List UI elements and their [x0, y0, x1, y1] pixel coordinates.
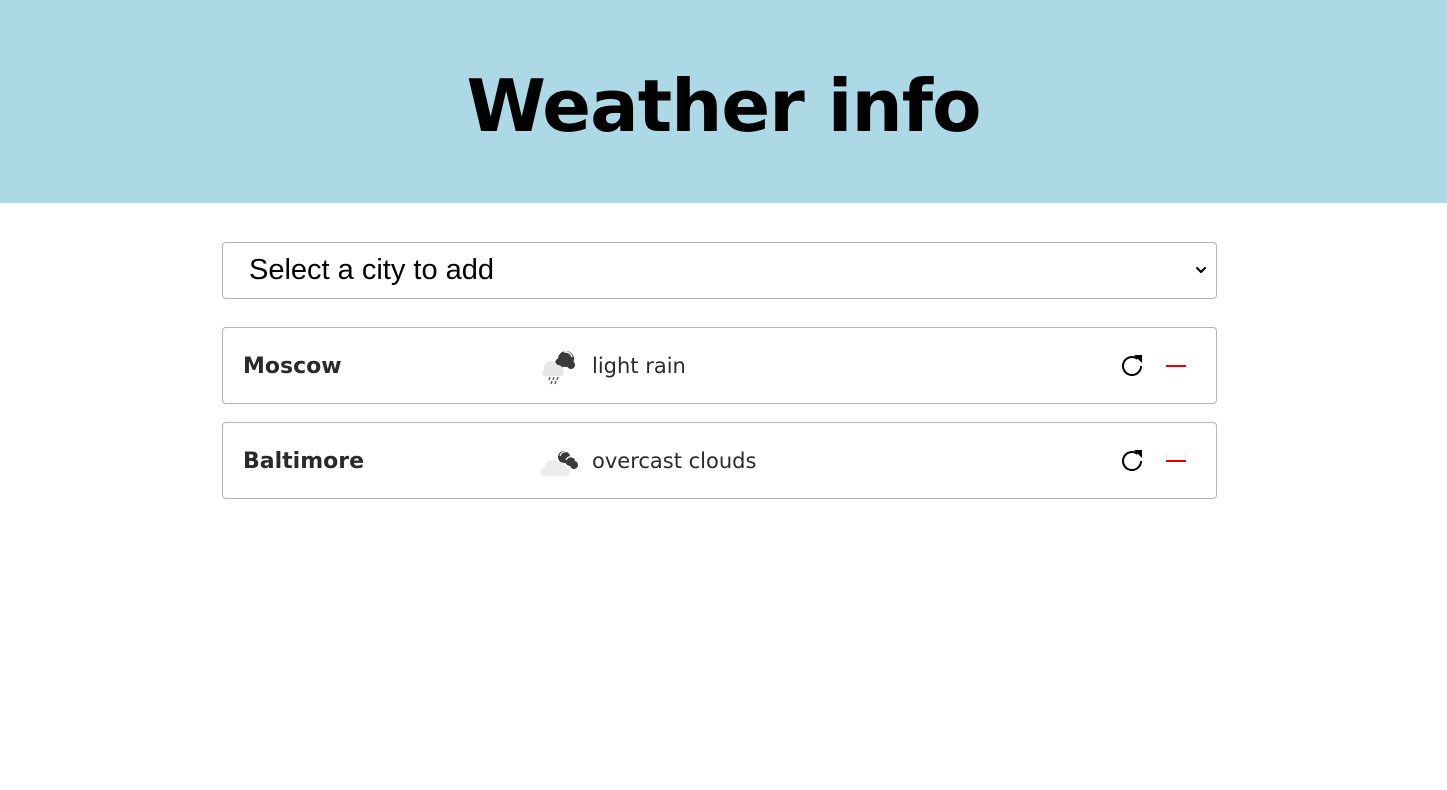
refresh-icon[interactable]: [1118, 352, 1146, 380]
chevron-down-icon: [1196, 267, 1206, 273]
minus-icon[interactable]: [1164, 447, 1188, 475]
weather-description: light rain: [592, 354, 686, 378]
page-header: Weather info: [0, 0, 1447, 203]
light-rain-icon: [542, 351, 575, 385]
page-title: Weather info: [466, 63, 981, 148]
refresh-icon[interactable]: [1118, 447, 1146, 475]
main-content: Select a city to add Moscow light rain B…: [222, 242, 1217, 499]
minus-icon[interactable]: [1164, 352, 1188, 380]
weather-description: overcast clouds: [592, 449, 757, 473]
city-select-value: Select a city to add: [249, 254, 495, 286]
city-name: Baltimore: [243, 449, 365, 474]
city-select[interactable]: Select a city to add: [222, 242, 1217, 299]
city-card-baltimore: Baltimore overcast clouds: [222, 422, 1217, 499]
overcast-clouds-icon: [540, 450, 578, 476]
city-name: Moscow: [243, 354, 342, 379]
city-card-moscow: Moscow light rain: [222, 327, 1217, 404]
